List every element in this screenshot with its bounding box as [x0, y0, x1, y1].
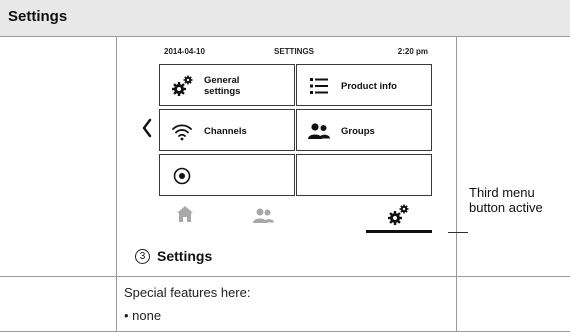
gears-icon	[172, 75, 193, 96]
tile-label: Channels	[204, 125, 247, 137]
tile-label: Product info	[341, 80, 397, 92]
device-status-bar: 2014-04-10 SETTINGS 2:20 pm	[164, 47, 432, 61]
section-title: Settings	[157, 248, 213, 264]
status-date: 2014-04-10	[164, 47, 205, 56]
header-bar: Settings	[0, 0, 570, 37]
tile-channels[interactable]: Channels	[159, 109, 295, 151]
section-label: 3 Settings	[135, 248, 212, 264]
status-title: SETTINGS	[274, 47, 315, 56]
tile-label: General settings	[204, 75, 241, 97]
tile-groups[interactable]: Groups	[296, 109, 432, 151]
tile-empty[interactable]	[296, 154, 432, 196]
annotation-leader-line	[448, 232, 468, 233]
tile-option[interactable]	[159, 154, 295, 196]
settings-gears-icon[interactable]	[386, 204, 410, 226]
section-number: 3	[135, 248, 150, 264]
chevron-left-icon[interactable]	[141, 118, 153, 138]
column-divider-right	[456, 37, 457, 332]
tile-product-info[interactable]: Product info	[296, 64, 432, 106]
status-time: 2:20 pm	[397, 47, 428, 56]
wifi-icon	[172, 124, 192, 141]
groups-icon[interactable]	[252, 207, 274, 223]
row-divider	[0, 276, 570, 277]
tile-label: Groups	[341, 125, 375, 137]
active-nav-indicator	[366, 230, 432, 233]
home-icon[interactable]	[176, 205, 194, 223]
page-title: Settings	[8, 8, 68, 25]
annotation-text: Third menu button active	[469, 185, 543, 215]
features-list-item: • none	[124, 308, 162, 323]
tile-general-settings[interactable]: General settings	[159, 64, 295, 106]
features-heading: Special features here:	[124, 285, 251, 300]
column-divider-left	[116, 37, 117, 332]
list-icon	[310, 78, 328, 94]
people-icon	[308, 123, 330, 139]
radio-target-icon	[173, 167, 191, 185]
